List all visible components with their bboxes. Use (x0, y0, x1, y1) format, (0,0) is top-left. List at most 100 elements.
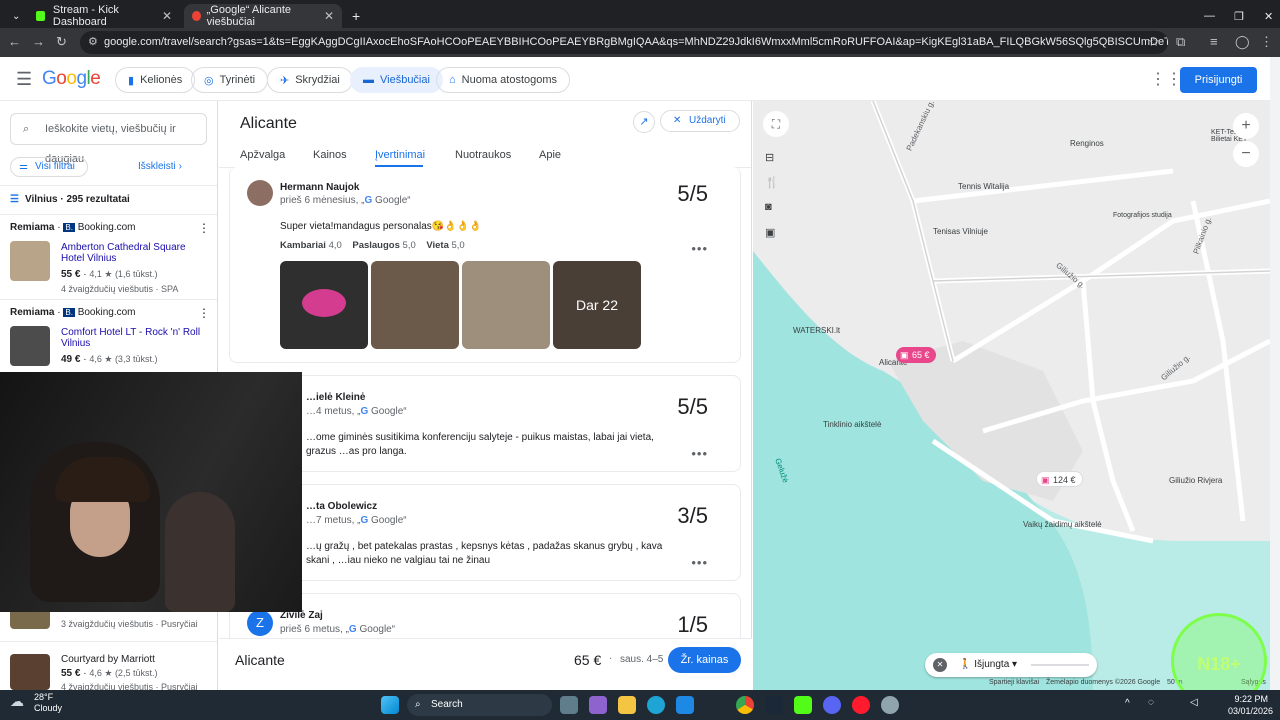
bookmark-star-icon[interactable]: ☆ (1148, 34, 1160, 50)
list-item[interactable]: Remiama · B. Booking.com ⋮ Amberton Cath… (0, 214, 217, 299)
steam-icon[interactable] (765, 696, 783, 714)
map-shortcuts-link[interactable]: Spartieji klavišai (989, 679, 1039, 686)
chrome-icon[interactable] (736, 696, 754, 714)
pedestrian-toggle[interactable]: ✕ 🚶 Išjungta ▾ (925, 653, 1097, 677)
more-options-icon[interactable]: ••• (691, 241, 708, 256)
map-price-pin-selected[interactable]: ▣ 65 € (896, 347, 936, 363)
price-bar-dates[interactable]: saus. 4–5 (620, 654, 663, 665)
close-icon[interactable]: ✕ (933, 658, 947, 672)
shopping-icon[interactable]: ▣ (765, 226, 787, 251)
window-close-button[interactable]: ✕ (1256, 4, 1280, 28)
transit-icon[interactable]: ⊟ (765, 151, 787, 176)
page-scrollbar[interactable] (1270, 57, 1280, 690)
forward-icon[interactable]: → (32, 34, 45, 49)
nav-hotels[interactable]: ▬ Viešbučiai (350, 67, 443, 93)
taskview-icon[interactable] (560, 696, 578, 714)
more-options-icon[interactable]: ••• (691, 446, 708, 461)
tab-about[interactable]: Apie (539, 149, 561, 161)
edge-icon[interactable] (647, 696, 665, 714)
zoom-out-button[interactable]: − (1233, 141, 1259, 167)
camera-icon[interactable]: ◙ (765, 201, 787, 226)
extensions-icon[interactable]: ⧉ (1176, 34, 1185, 50)
more-options-icon[interactable]: ⋮ (198, 221, 210, 235)
nav-flights[interactable]: ✈ Skrydžiai (267, 67, 353, 93)
site-info-icon[interactable]: ⚙ (88, 31, 98, 54)
profile-icon[interactable]: ◯ (1235, 34, 1250, 50)
hotel-name[interactable]: Courtyard by Marriott (61, 654, 155, 665)
nav-trips[interactable]: ▮ Kelionės (115, 67, 196, 93)
close-button[interactable]: ✕ Uždaryti (660, 110, 740, 132)
close-icon[interactable]: ✕ (162, 9, 172, 23)
restaurant-icon[interactable]: 🍴 (765, 176, 787, 201)
tab-prices[interactable]: Kainos (313, 149, 347, 161)
signin-button[interactable]: Prisijungti (1180, 67, 1257, 93)
reviewer-name[interactable]: …ta Obolewicz (306, 501, 377, 512)
opacity-slider[interactable] (1031, 664, 1089, 666)
fullscreen-button[interactable]: ⛶ (763, 111, 789, 137)
all-filters-button[interactable]: ⚌ Visi filtrai (10, 157, 88, 177)
list-item[interactable]: Courtyard by Marriott 55 € · 4,6 ★ (2,5 … (0, 641, 217, 690)
volume-icon[interactable]: ◁ (1190, 697, 1198, 708)
google-logo[interactable]: Google (42, 68, 101, 90)
reviewer-name[interactable]: Hermann Naujok (280, 182, 359, 193)
more-photos-tile[interactable]: Dar 22 (553, 261, 641, 349)
map-label[interactable]: Giliužio Rivjera (1169, 476, 1222, 485)
map-label[interactable]: Fotografijos studija (1113, 212, 1172, 219)
mail-icon[interactable] (676, 696, 694, 714)
review-photo[interactable] (371, 261, 459, 349)
wifi-icon[interactable]: ◌ (1148, 697, 1154, 708)
review-photo[interactable] (280, 261, 368, 349)
map-label[interactable]: WATERSKI.lt (793, 326, 840, 335)
maximize-button[interactable]: ❐ (1226, 4, 1252, 28)
opera-icon[interactable] (852, 696, 870, 714)
tab-reviews[interactable]: Įvertinimai (375, 149, 425, 161)
tab-search-button[interactable]: ⌄ (4, 4, 24, 28)
media-icon[interactable]: ≡ (1210, 34, 1218, 49)
nav-vacation-rentals[interactable]: ⌂ Nuoma atostogoms (436, 67, 571, 93)
kick-app-icon[interactable] (794, 696, 812, 714)
apps-grid-icon[interactable]: ⋮⋮ (1150, 69, 1182, 89)
new-tab-button[interactable]: + (344, 4, 364, 28)
map[interactable]: KET-Testai Bilietai KET Renginos Tennis … (753, 101, 1270, 690)
hotel-name[interactable]: Amberton Cathedral Square Hotel Vilnius (61, 242, 201, 264)
clock[interactable]: 9:22 PM 03/01/2026 (1228, 693, 1273, 717)
discord-icon[interactable] (823, 696, 841, 714)
more-options-icon[interactable]: ••• (691, 555, 708, 570)
tab-photos[interactable]: Nuotraukos (455, 149, 511, 161)
review-photo[interactable] (462, 261, 550, 349)
copilot-icon[interactable] (589, 696, 607, 714)
zoom-in-button[interactable]: + (1233, 113, 1259, 139)
address-bar[interactable]: ⚙ google.com/travel/search?gsas=1&ts=Egg… (80, 31, 1168, 54)
tab-overview[interactable]: Apžvalga (240, 149, 285, 161)
aspect-label: Kambariai (280, 240, 326, 251)
search-input[interactable]: ⌕ Ieškokite vietų, viešbučių ir daugiau (10, 113, 207, 165)
tray-chevron-icon[interactable]: ^ (1125, 698, 1130, 709)
reload-icon[interactable]: ↻ (56, 34, 67, 50)
map-label[interactable]: Tenisas Vilniuje (933, 227, 988, 236)
view-prices-button[interactable]: Žr. kainas (668, 647, 741, 673)
file-explorer-icon[interactable] (618, 696, 636, 714)
open-in-new-icon[interactable]: ↗ (633, 111, 655, 133)
hotel-name[interactable]: Comfort Hotel LT - Rock 'n' Roll Vilnius (61, 327, 201, 349)
settings-icon[interactable] (881, 696, 899, 714)
taskbar-search[interactable]: ⌕ Search (407, 694, 552, 716)
start-button[interactable] (381, 696, 399, 714)
close-label: Uždaryti (689, 115, 726, 126)
close-icon[interactable]: ✕ (324, 9, 334, 23)
expand-button[interactable]: Išskleisti › (138, 161, 182, 172)
map-label[interactable]: Vaikų žaidimų aikštelė (1023, 520, 1102, 529)
menu-icon[interactable]: ⋮ (1260, 34, 1273, 50)
map-price-pin[interactable]: ▣ 124 € (1036, 471, 1083, 487)
more-options-icon[interactable]: ⋮ (198, 306, 210, 320)
reviewer-name[interactable]: …ielė Kleinė (306, 392, 365, 403)
weather-widget[interactable]: ☁ 28°F Cloudy (10, 692, 62, 714)
tab-google-hotels[interactable]: „Google“ Alicante viešbučiai ✕ (184, 4, 342, 28)
map-label[interactable]: Tinklinio aikštelė (823, 420, 881, 429)
tab-kick-dashboard[interactable]: Stream - Kick Dashboard ✕ (28, 4, 180, 28)
back-icon[interactable]: ← (8, 34, 21, 49)
map-label[interactable]: Renginos (1070, 139, 1104, 148)
minimize-button[interactable]: — (1196, 4, 1223, 28)
nav-explore[interactable]: ◎ Tyrinėti (191, 67, 269, 93)
hamburger-menu-icon[interactable]: ☰ (16, 69, 32, 90)
map-label[interactable]: Tennis Witalija (958, 182, 1009, 191)
